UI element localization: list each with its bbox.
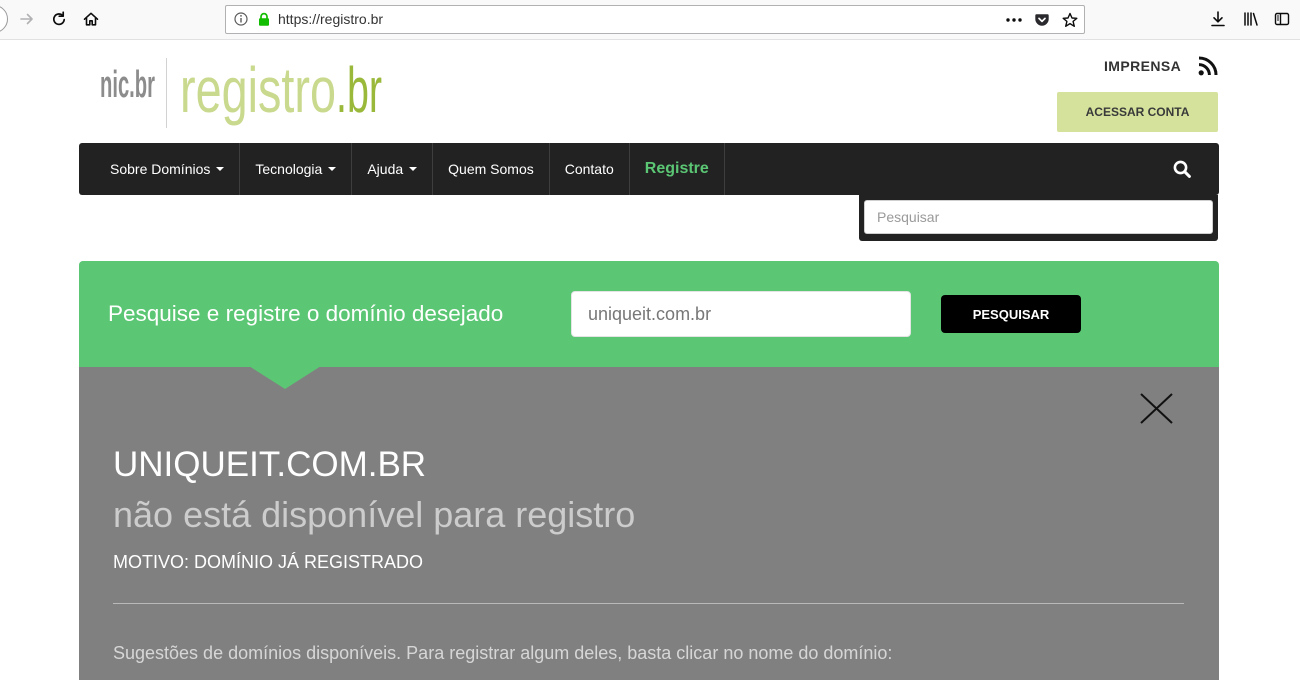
result-domain-name: UNIQUEIT.COM.BR: [113, 445, 427, 484]
url-text[interactable]: https://registro.br: [278, 6, 383, 33]
nav-item-contato[interactable]: Contato: [550, 143, 630, 195]
caret-down-icon: [409, 167, 418, 171]
pocket-icon[interactable]: [1034, 12, 1050, 28]
page-actions-icon[interactable]: [1006, 13, 1022, 27]
search-dropdown: [859, 195, 1218, 241]
registro-logo-text: registro: [180, 54, 336, 126]
url-bar[interactable]: https://registro.br: [225, 5, 1085, 34]
domain-search-banner: Pesquise e registre o domínio desejado P…: [79, 261, 1219, 367]
lock-icon[interactable]: [257, 12, 271, 26]
downloads-icon[interactable]: [1210, 11, 1226, 27]
caret-down-icon: [328, 167, 337, 171]
nav-item-label: Quem Somos: [448, 161, 534, 177]
info-icon[interactable]: [234, 12, 248, 26]
nav-item-label: Ajuda: [367, 161, 404, 177]
reload-icon[interactable]: [51, 11, 67, 27]
site-search-input[interactable]: [864, 200, 1213, 234]
domain-search-heading: Pesquise e registre o domínio desejado: [108, 301, 504, 326]
result-status: não está disponível para registro: [113, 494, 636, 535]
nav-item-registre[interactable]: Registre: [630, 143, 725, 195]
caret-down-icon: [216, 167, 225, 171]
bookmark-star-icon[interactable]: [1062, 12, 1078, 28]
library-icon[interactable]: [1243, 11, 1259, 27]
registro-br-logo[interactable]: registro .br: [176, 52, 388, 134]
nav-item-label: Tecnologia: [255, 161, 323, 177]
banner-pointer-arrow: [249, 366, 321, 389]
logo-divider: [166, 58, 167, 128]
browser-toolbar: https://registro.br: [0, 0, 1300, 40]
sidebar-icon[interactable]: [1274, 11, 1290, 27]
nic-br-logo[interactable]: nic.br: [98, 60, 160, 108]
imprensa-link[interactable]: IMPRENSA: [1104, 58, 1181, 75]
home-icon[interactable]: [83, 11, 99, 27]
result-divider: [113, 603, 1184, 604]
domain-search-input[interactable]: [571, 291, 911, 337]
br-logo-text: .br: [336, 54, 382, 126]
nav-item-sobre-dominios[interactable]: Sobre Domínios: [95, 143, 241, 195]
nav-item-label: Registre: [644, 160, 709, 177]
nic-br-logo-text: nic.br: [100, 64, 155, 106]
nav-item-tecnologia[interactable]: Tecnologia: [240, 143, 353, 195]
nav-item-label: Contato: [564, 161, 614, 177]
nav-item-quem-somos[interactable]: Quem Somos: [433, 143, 550, 195]
search-icon[interactable]: [1173, 160, 1191, 178]
pesquisar-button[interactable]: PESQUISAR: [941, 295, 1081, 333]
acessar-conta-button[interactable]: ACESSAR CONTA: [1057, 92, 1218, 132]
close-icon[interactable]: [1140, 393, 1173, 424]
back-button[interactable]: [0, 5, 8, 33]
result-reason: MOTIVO: DOMÍNIO JÁ REGISTRADO: [113, 552, 424, 572]
nav-item-label: Sobre Domínios: [110, 161, 211, 177]
domain-result-panel: UNIQUEIT.COM.BR não está disponível para…: [79, 367, 1219, 680]
rss-icon[interactable]: [1198, 56, 1218, 76]
forward-icon[interactable]: [19, 11, 35, 27]
suggestions-intro: Sugestões de domínios disponíveis. Para …: [113, 643, 893, 663]
nav-item-ajuda[interactable]: Ajuda: [352, 143, 434, 195]
main-nav: Sobre Domínios Tecnologia Ajuda Quem Som…: [79, 143, 1219, 195]
